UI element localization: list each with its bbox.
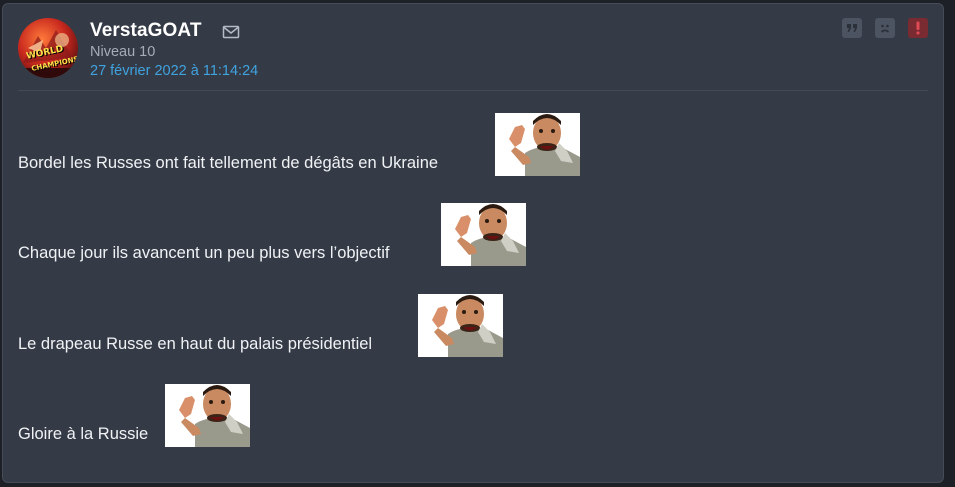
quote-icon [847,24,857,32]
message-line: Bordel les Russes ont fait tellement de … [18,153,439,172]
forum-post-card: WORLD CHAMPIONS VerstaGOAT Niveau 10 27 … [2,3,944,483]
post-header: WORLD CHAMPIONS VerstaGOAT Niveau 10 27 … [18,18,928,91]
post-body: Bordel les Russes ont fait tellement de … [18,96,928,458]
user-level: Niveau 10 [90,44,156,60]
mail-icon[interactable] [222,24,240,40]
quote-button[interactable] [842,18,862,38]
exclamation-icon [916,21,920,35]
message-line: Chaque jour ils avancent un peu plus ver… [18,244,390,262]
sad-reaction-button[interactable] [875,18,895,38]
message-paragraph: Le drapeau Russe en haut du palais prési… [18,277,928,368]
message-paragraph: Gloire à la Russie [18,368,928,459]
sad-face-icon [880,24,890,33]
risitas-sticker-icon[interactable] [418,293,503,357]
avatar[interactable]: WORLD CHAMPIONS [18,18,78,78]
message-paragraph: Chaque jour ils avancent un peu plus ver… [18,187,928,278]
risitas-sticker-icon[interactable] [495,112,580,176]
risitas-sticker-icon[interactable] [165,384,250,447]
message-line: Gloire à la Russie [18,425,149,443]
risitas-sticker-icon[interactable] [441,203,526,266]
message-paragraph: Bordel les Russes ont fait tellement de … [18,96,928,187]
post-date-link[interactable]: 27 février 2022 à 11:14:24 [90,63,258,79]
post-actions [842,18,928,38]
username-link[interactable]: VerstaGOAT [90,20,202,42]
message-line: Le drapeau Russe en haut du palais prési… [18,334,373,353]
report-button[interactable] [908,18,928,38]
